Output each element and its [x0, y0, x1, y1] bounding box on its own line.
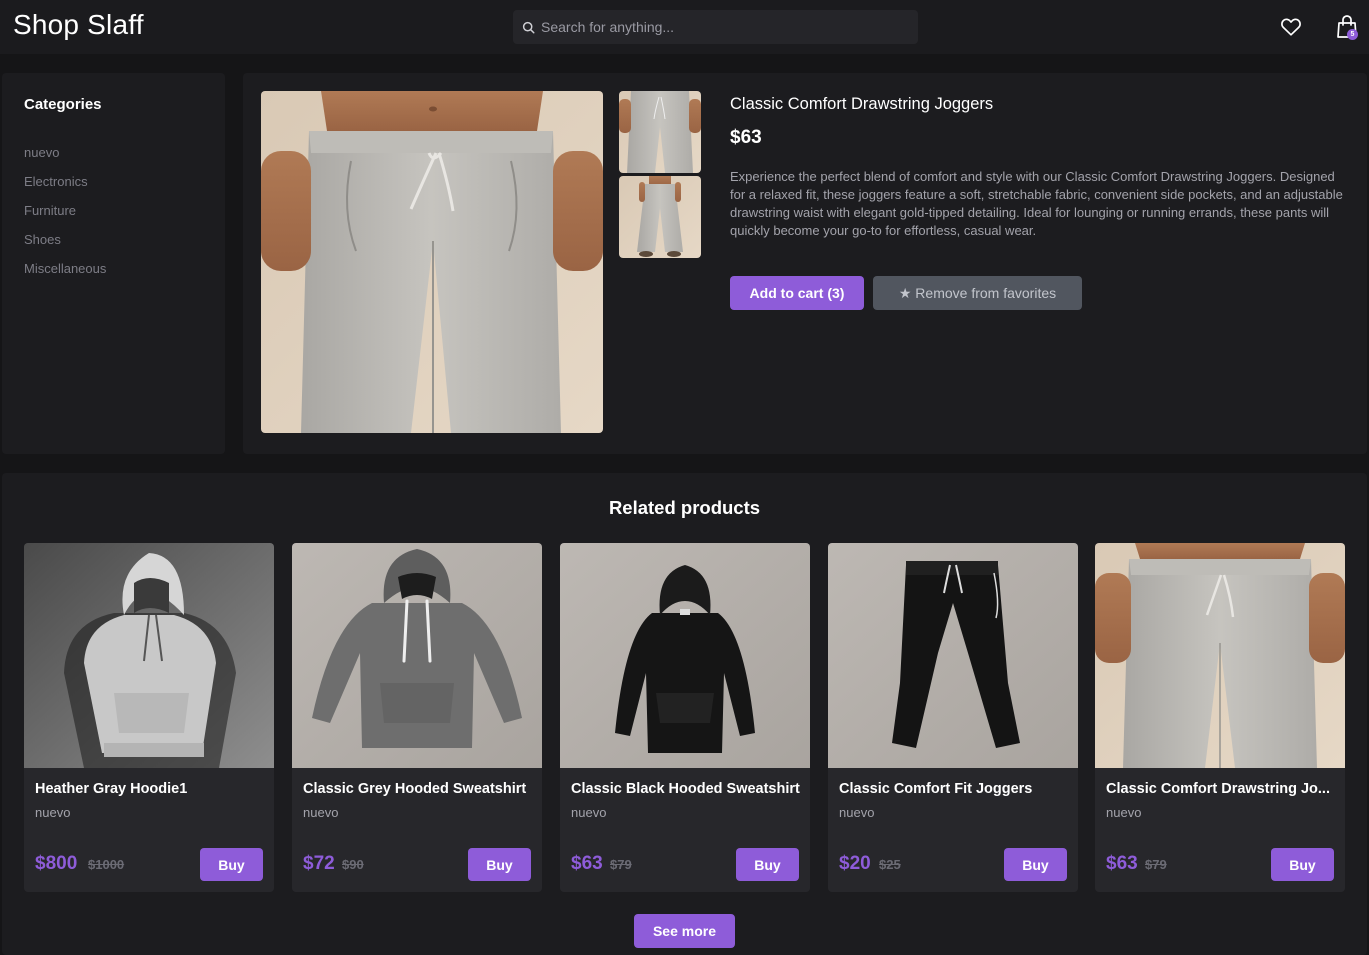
product-card-image — [1095, 543, 1345, 768]
product-card-name[interactable]: Classic Grey Hooded Sweatshirt — [303, 781, 535, 797]
search-icon — [522, 21, 535, 34]
buy-button[interactable]: Buy — [1004, 848, 1067, 881]
product-card-old-price: $1000 — [88, 857, 125, 872]
product-card[interactable]: Heather Gray Hoodie1 nuevo $800 $1000 Bu… — [24, 543, 274, 892]
product-card-image — [828, 543, 1078, 768]
related-products-title: Related products — [608, 497, 761, 518]
product-card-category: nuevo — [35, 805, 71, 820]
product-card-price: $20 — [839, 853, 871, 874]
search-bar[interactable] — [513, 10, 918, 44]
related-products-section: Related products Heather Gray Hoodie1 nu… — [2, 473, 1367, 955]
product-card-old-price: $79 — [610, 857, 632, 872]
category-item-miscellaneous[interactable]: Miscellaneous — [24, 260, 106, 289]
product-card-price: $63 — [1106, 853, 1138, 874]
product-card-image — [292, 543, 542, 768]
product-card-price: $72 — [303, 853, 335, 874]
product-card-old-price: $90 — [342, 857, 364, 872]
product-detail: Classic Comfort Drawstring Joggers $63 E… — [243, 73, 1367, 454]
product-description: Experience the perfect blend of comfort … — [730, 169, 1343, 238]
heart-icon[interactable] — [1280, 16, 1302, 38]
cart-count-badge: 5 — [1347, 29, 1358, 40]
product-card-name[interactable]: Classic Comfort Drawstring Jo... — [1106, 781, 1338, 797]
product-card-price: $63 — [571, 853, 603, 874]
top-bar: Shop Slaff 5 — [0, 0, 1369, 54]
buy-button[interactable]: Buy — [1271, 848, 1334, 881]
remove-from-favorites-button[interactable]: ★ Remove from favorites — [873, 276, 1082, 310]
categories-title: Categories — [24, 96, 102, 113]
product-card-old-price: $79 — [1145, 857, 1167, 872]
product-card-image — [24, 543, 274, 768]
product-card[interactable]: Classic Comfort Drawstring Jo... nuevo $… — [1095, 543, 1345, 892]
product-price: $63 — [730, 127, 762, 148]
product-card-category: nuevo — [303, 805, 339, 820]
product-main-image — [261, 91, 603, 433]
product-card-category: nuevo — [571, 805, 607, 820]
product-card-price: $800 — [35, 853, 78, 874]
category-item-nuevo[interactable]: nuevo — [24, 144, 106, 173]
categories-sidebar: Categories nuevo Electronics Furniture S… — [2, 73, 225, 454]
buy-button[interactable]: Buy — [468, 848, 531, 881]
category-item-shoes[interactable]: Shoes — [24, 231, 106, 260]
product-card[interactable]: Classic Comfort Fit Joggers nuevo $20 $2… — [828, 543, 1078, 892]
categories-list: nuevo Electronics Furniture Shoes Miscel… — [24, 144, 106, 289]
product-card-old-price: $25 — [879, 857, 901, 872]
category-item-electronics[interactable]: Electronics — [24, 173, 106, 202]
product-card[interactable]: Classic Black Hooded Sweatshirt nuevo $6… — [560, 543, 810, 892]
search-input[interactable] — [541, 19, 901, 35]
product-thumbnail-1[interactable] — [619, 91, 701, 173]
product-card-image — [560, 543, 810, 768]
product-card[interactable]: Classic Grey Hooded Sweatshirt nuevo $72… — [292, 543, 542, 892]
buy-button[interactable]: Buy — [200, 848, 263, 881]
product-card-name[interactable]: Heather Gray Hoodie1 — [35, 781, 267, 797]
buy-button[interactable]: Buy — [736, 848, 799, 881]
product-card-name[interactable]: Classic Black Hooded Sweatshirt — [571, 781, 803, 797]
product-card-name[interactable]: Classic Comfort Fit Joggers — [839, 781, 1071, 797]
category-item-furniture[interactable]: Furniture — [24, 202, 106, 231]
add-to-cart-button[interactable]: Add to cart (3) — [730, 276, 864, 310]
product-card-category: nuevo — [839, 805, 875, 820]
product-card-category: nuevo — [1106, 805, 1142, 820]
see-more-button[interactable]: See more — [634, 914, 735, 948]
product-title: Classic Comfort Drawstring Joggers — [730, 95, 994, 113]
logo[interactable]: Shop Slaff — [13, 9, 144, 41]
product-thumbnail-2[interactable] — [619, 176, 701, 258]
